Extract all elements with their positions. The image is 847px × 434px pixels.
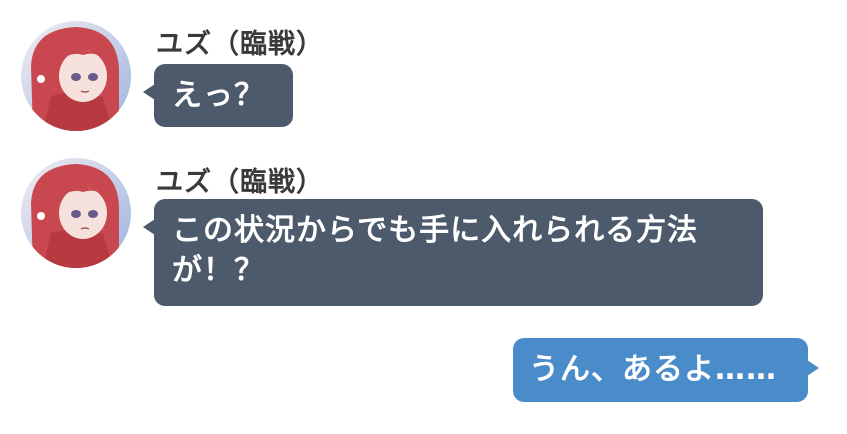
sender-name: ユズ（臨戦） [156, 167, 324, 198]
message-bubble: えっ？ [143, 64, 293, 127]
character-avatar-icon [21, 158, 131, 268]
message-bubble: この状況からでも手に入れられる方法 が！？ [143, 199, 763, 306]
message-text: うん、あるよ…… [529, 352, 777, 387]
message-bubble-outgoing: うん、あるよ…… [513, 338, 819, 402]
character-avatar-icon [21, 21, 131, 131]
message-text-line-1: この状況からでも手に入れられる方法 [172, 213, 699, 248]
message-text: えっ？ [172, 78, 265, 113]
message-text-line-2: が！？ [172, 253, 265, 288]
sender-name: ユズ（臨戦） [156, 29, 324, 60]
